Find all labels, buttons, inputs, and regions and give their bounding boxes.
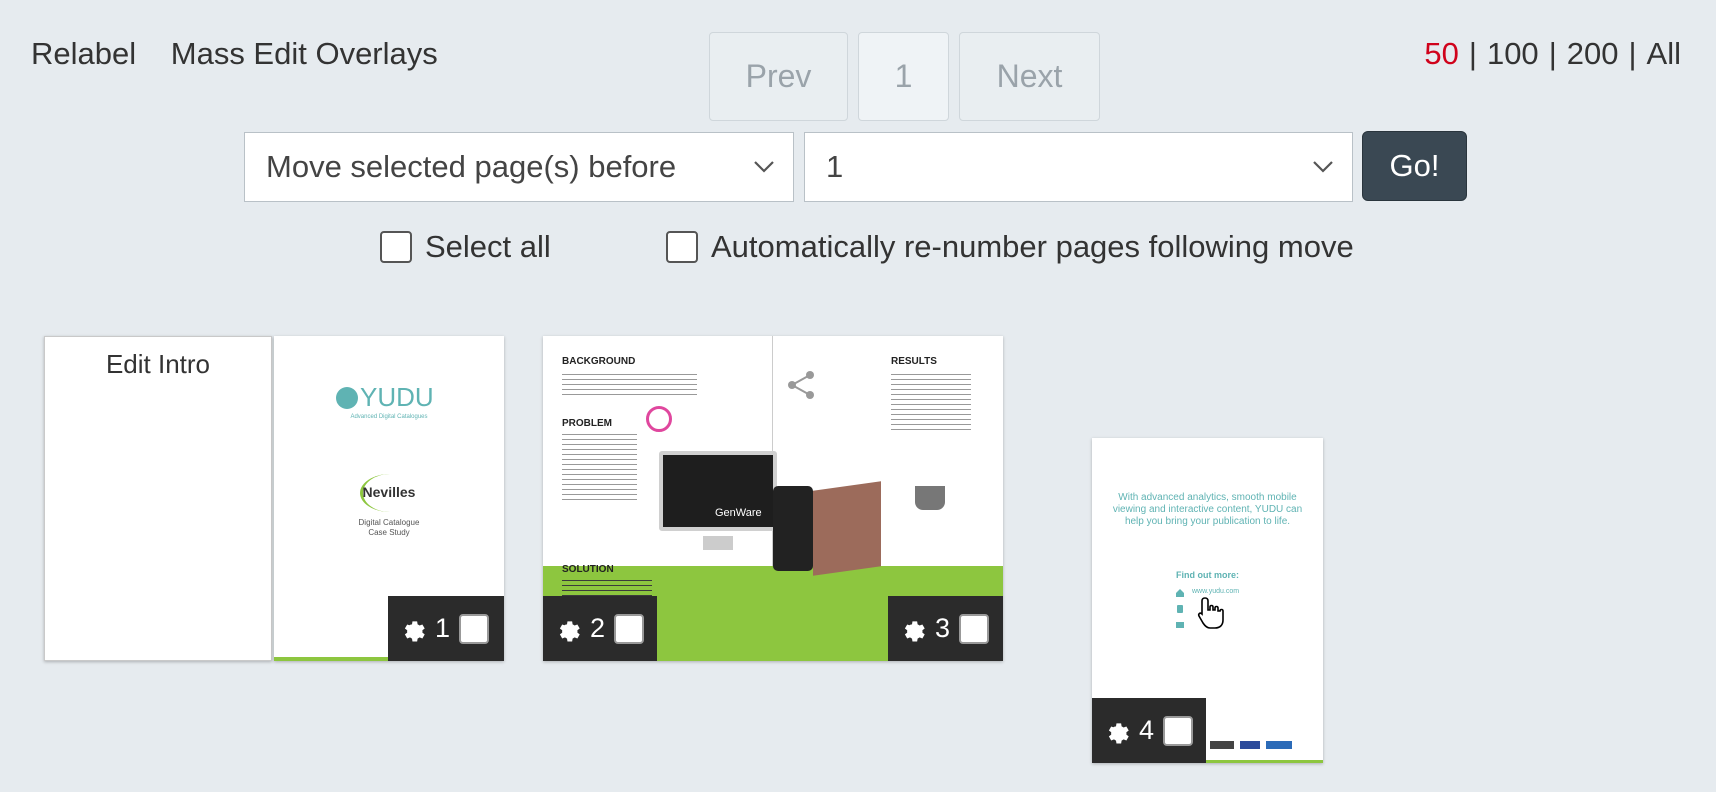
monitor-stand <box>703 536 733 550</box>
prev-button[interactable]: Prev <box>709 32 848 121</box>
hand-cursor-icon <box>1197 597 1224 629</box>
page-select-checkbox[interactable] <box>959 613 990 644</box>
back-tagline: With advanced analytics, smooth mobile v… <box>1112 492 1303 527</box>
page-thumbnail-1[interactable]: YUDU Advanced Digital Catalogues Neville… <box>274 336 504 661</box>
move-action-select[interactable]: Move selected page(s) before <box>244 132 794 202</box>
separator: | <box>1628 36 1637 71</box>
page-select-checkbox[interactable] <box>1163 715 1194 746</box>
page-overlay-3: 3 <box>888 596 1003 661</box>
chevron-down-icon <box>1313 161 1333 173</box>
mass-edit-overlays-link[interactable]: Mass Edit Overlays <box>171 36 438 71</box>
client-logo: Nevilles <box>362 484 416 500</box>
move-target-select[interactable]: 1 <box>804 132 1353 202</box>
problem-heading: PROBLEM <box>562 418 612 429</box>
text-block <box>891 374 971 434</box>
mail-icon <box>1176 622 1184 628</box>
gear-icon[interactable] <box>898 615 926 643</box>
phone-illustration <box>773 486 813 571</box>
home-icon <box>1176 589 1184 597</box>
page-number: 1 <box>435 613 451 643</box>
phone-icon <box>1177 605 1183 613</box>
auto-renumber-checkbox[interactable] <box>666 231 698 263</box>
relabel-link[interactable]: Relabel <box>31 36 136 71</box>
results-heading: RESULTS <box>891 356 937 367</box>
share-icon <box>788 371 814 399</box>
edit-intro-card[interactable]: Edit Intro <box>44 336 272 661</box>
tablet-illustration <box>813 481 881 576</box>
monitor-illustration: GenWare <box>659 451 777 531</box>
yudu-logo: YUDU <box>336 382 434 413</box>
separator: | <box>1548 36 1557 71</box>
page-spread-2-3[interactable]: BACKGROUND PROBLEM GenWare SOLUTION RESU… <box>543 336 1003 661</box>
basket-icon <box>915 486 945 510</box>
next-button[interactable]: Next <box>959 32 1100 121</box>
select-all-label: Select all <box>425 229 551 264</box>
page-number: 2 <box>590 613 606 643</box>
auto-renumber-label: Automatically re-number pages following … <box>711 229 1354 264</box>
cover-subtitle-1: Digital Catalogue <box>358 518 420 527</box>
cover-subtitle-2: Case Study <box>368 528 410 537</box>
select-all-row: Select all <box>380 229 551 265</box>
edit-intro-label: Edit Intro <box>105 349 211 379</box>
text-block <box>562 434 637 504</box>
auto-renumber-row: Automatically re-number pages following … <box>666 229 1354 265</box>
per-page-50[interactable]: 50 <box>1424 36 1458 71</box>
pagination: Prev 1 Next <box>709 32 1100 121</box>
gear-icon[interactable] <box>553 615 581 643</box>
background-heading: BACKGROUND <box>562 356 636 367</box>
per-page-200[interactable]: 200 <box>1567 36 1619 71</box>
find-out-heading: Find out more: <box>1176 570 1239 580</box>
page-number-button[interactable]: 1 <box>858 32 949 121</box>
move-target-value: 1 <box>826 149 844 184</box>
page-thumbnail-4[interactable]: With advanced analytics, smooth mobile v… <box>1092 438 1323 763</box>
per-page-selector: 50 | 100 | 200 | All <box>1424 36 1681 72</box>
page-overlay-2: 2 <box>543 596 657 661</box>
brand-tagline: Advanced Digital Catalogues <box>350 414 428 420</box>
screen-logo: GenWare <box>715 507 762 519</box>
partner-logos <box>1210 739 1300 751</box>
page-select-checkbox[interactable] <box>614 613 645 644</box>
page-number: 4 <box>1139 715 1155 745</box>
gear-icon[interactable] <box>398 615 426 643</box>
text-block <box>562 374 697 396</box>
separator: | <box>1468 36 1477 71</box>
per-page-100[interactable]: 100 <box>1487 36 1539 71</box>
page-overlay-4: 4 <box>1092 698 1206 763</box>
page-select-checkbox[interactable] <box>459 613 490 644</box>
per-page-all[interactable]: All <box>1647 36 1681 71</box>
page-number: 3 <box>935 613 951 643</box>
chevron-down-icon <box>754 161 774 173</box>
go-button[interactable]: Go! <box>1362 131 1467 201</box>
move-action-value: Move selected page(s) before <box>266 149 677 184</box>
website-link: www.yudu.com <box>1192 588 1240 595</box>
select-all-checkbox[interactable] <box>380 231 412 263</box>
page-overlay-1: 1 <box>388 596 504 661</box>
top-actions: Relabel Mass Edit Overlays <box>31 36 464 72</box>
badge-circle <box>646 406 672 432</box>
solution-heading: SOLUTION <box>562 564 614 575</box>
gear-icon[interactable] <box>1102 717 1130 745</box>
